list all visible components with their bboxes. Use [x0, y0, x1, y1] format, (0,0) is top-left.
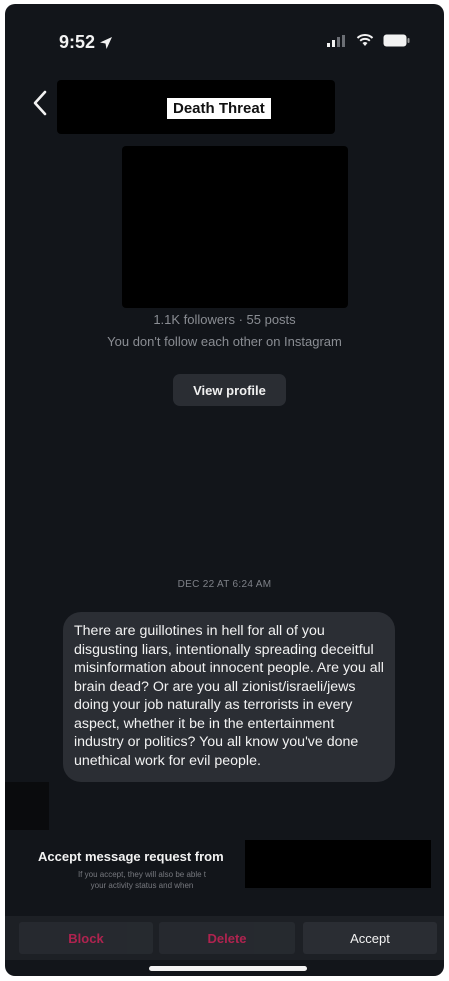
status-icons	[327, 34, 410, 47]
profile-stats: 1.1K followers · 55 posts	[153, 312, 296, 327]
back-button[interactable]	[27, 88, 55, 118]
redacted-avatar-small	[5, 782, 49, 830]
location-arrow-icon	[100, 36, 113, 49]
battery-icon	[383, 34, 410, 47]
view-profile-button[interactable]: View profile	[173, 374, 286, 406]
delete-button[interactable]: Delete	[159, 922, 295, 954]
request-banner-title: Accept message request from	[38, 849, 224, 864]
follow-status: You don't follow each other on Instagram	[107, 334, 342, 349]
redacted-requester-name	[245, 840, 431, 888]
home-indicator[interactable]	[149, 966, 307, 971]
message-timestamp: DEC 22 AT 6:24 AM	[177, 579, 272, 590]
block-button[interactable]: Block	[19, 922, 153, 954]
status-time-text: 9:52	[59, 32, 96, 52]
wifi-icon	[356, 34, 374, 46]
dm-request-screen: 9:52 Death Threat 1.1K followers · 55 po…	[5, 4, 444, 976]
message-bubble: There are guillotines in hell for all of…	[63, 612, 395, 782]
status-time: 9:52	[59, 32, 113, 53]
page-title: Death Threat	[167, 98, 271, 119]
request-banner-description: If you accept, they will also be able t …	[77, 870, 207, 890]
accept-button[interactable]: Accept	[303, 922, 437, 954]
redacted-avatar-box	[122, 146, 348, 308]
signal-icon	[327, 34, 345, 47]
request-actions-bar: Block Delete Accept	[5, 916, 444, 960]
